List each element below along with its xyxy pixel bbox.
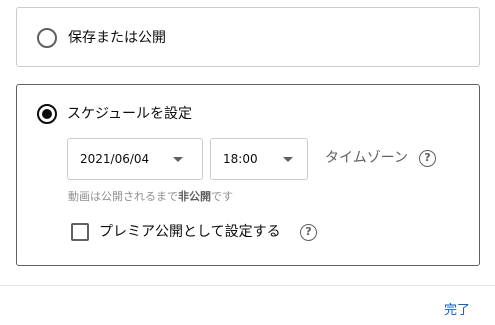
done-button[interactable]: 完了: [444, 302, 470, 320]
schedule-option[interactable]: スケジュールを設定 2021/06/04 18:00 タイムゾーン ? 動画は公…: [16, 84, 480, 266]
schedule-radio[interactable]: [37, 104, 57, 124]
time-picker-dropdown[interactable]: 18:00: [210, 138, 308, 180]
time-value: 18:00: [223, 152, 258, 166]
date-value: 2021/06/04: [80, 152, 150, 166]
premiere-help-icon[interactable]: ?: [300, 224, 317, 241]
note-prefix: 動画は公開されるまで: [68, 190, 178, 203]
premiere-checkbox[interactable]: [71, 223, 89, 241]
schedule-label: スケジュールを設定: [67, 106, 193, 122]
arrow-drop-down-icon: [283, 157, 293, 162]
timezone-help-icon[interactable]: ?: [419, 150, 436, 167]
note-suffix: です: [211, 190, 233, 203]
premiere-label[interactable]: プレミア公開として設定する: [99, 222, 281, 242]
arrow-drop-down-icon: [173, 157, 183, 162]
private-until-published-note: 動画は公開されるまで非公開です: [68, 190, 233, 204]
date-picker-dropdown[interactable]: 2021/06/04: [67, 138, 203, 180]
timezone-label: タイムゾーン: [325, 150, 409, 166]
save-or-publish-label: 保存または公開: [68, 30, 166, 46]
save-or-publish-option[interactable]: 保存または公開: [16, 7, 480, 67]
note-private: 非公開: [178, 190, 211, 203]
footer-divider: [0, 285, 495, 286]
save-or-publish-radio[interactable]: [37, 28, 57, 48]
